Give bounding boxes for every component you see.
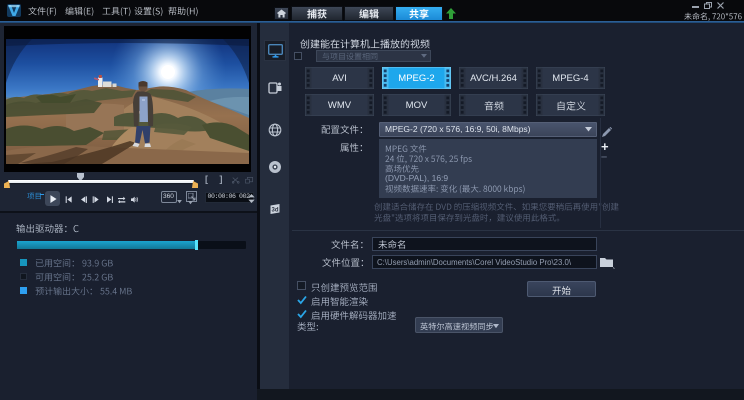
svg-text:3d: 3d: [271, 208, 278, 214]
